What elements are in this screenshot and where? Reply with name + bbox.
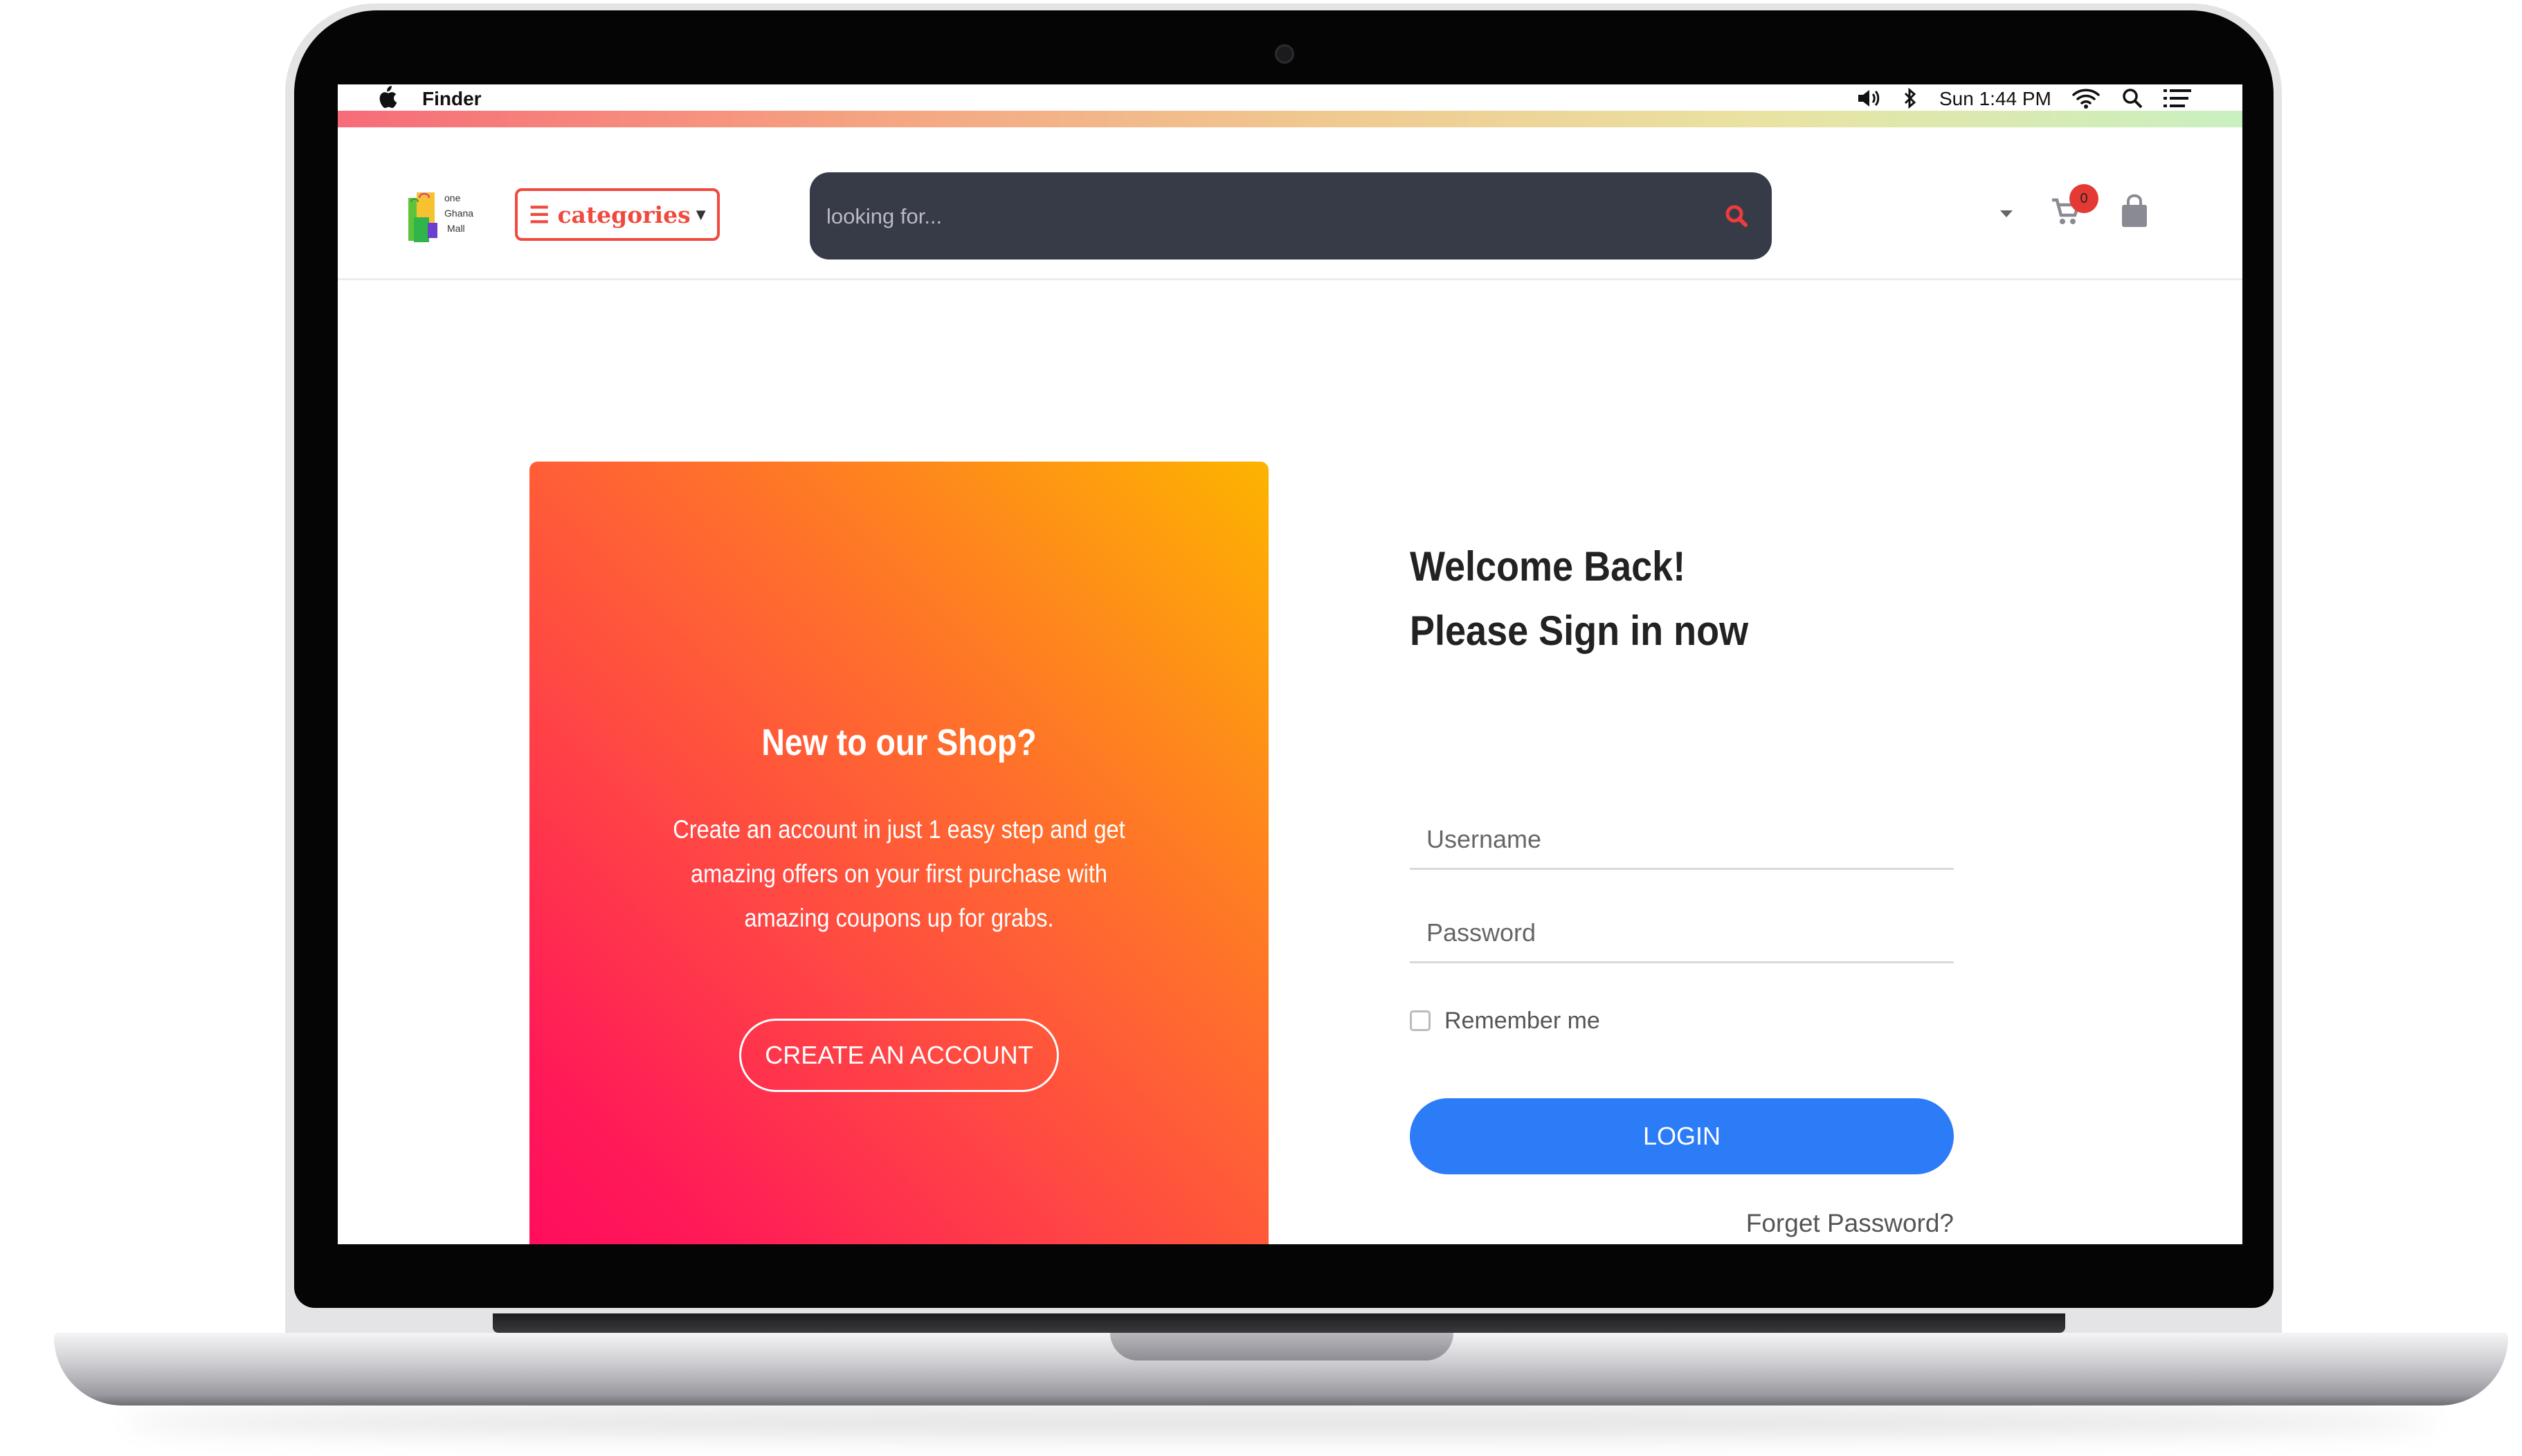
username-field	[1410, 808, 1954, 870]
apple-icon[interactable]	[377, 86, 397, 114]
list-icon[interactable]	[2163, 89, 2191, 113]
logo-text-mall: Mall	[447, 223, 465, 234]
screen: Finder Sun 1:44 PM one Ghana Mall ☰ cate…	[338, 84, 2242, 1244]
menubar-app-name[interactable]: Finder	[422, 88, 482, 110]
camera-icon	[1275, 44, 1294, 64]
account-dropdown-icon[interactable]	[1999, 209, 2014, 222]
volume-icon[interactable]	[1857, 89, 1882, 113]
search-input[interactable]	[825, 193, 1658, 240]
login-button[interactable]: LOGIN	[1410, 1098, 1954, 1174]
laptop-notch	[1110, 1333, 1453, 1361]
search-bar	[810, 172, 1772, 260]
logo-text-ghana: Ghana	[444, 208, 474, 219]
menubar-clock[interactable]: Sun 1:44 PM	[1939, 88, 2051, 110]
cart-count: 0	[2080, 190, 2088, 206]
create-account-label: CREATE AN ACCOUNT	[765, 1041, 1033, 1069]
laptop-shadow	[125, 1408, 2436, 1436]
login-heading-line2: Please Sign in now	[1410, 608, 1749, 654]
login-button-label: LOGIN	[1642, 1122, 1721, 1150]
search-icon[interactable]	[1723, 203, 1750, 233]
remember-me: Remember me	[1410, 1005, 1600, 1037]
gradient-strip	[338, 111, 2242, 127]
login-heading: Welcome Back! Please Sign in now	[1410, 534, 1970, 663]
promo-text: Create an account in just 1 easy step an…	[673, 815, 1125, 932]
macos-menubar: Finder Sun 1:44 PM	[338, 84, 2224, 113]
shopping-bag-icon[interactable]	[2120, 194, 2149, 232]
cart-count-badge: 0	[2069, 184, 2098, 213]
login-heading-line1: Welcome Back!	[1410, 543, 1686, 590]
promo-title: New to our Shop?	[761, 722, 1037, 763]
remember-me-label[interactable]: Remember me	[1444, 1008, 1600, 1035]
username-input[interactable]	[1425, 820, 1940, 859]
forget-password-link[interactable]: Forget Password?	[1694, 1209, 1954, 1238]
create-account-button[interactable]: CREATE AN ACCOUNT	[739, 1019, 1059, 1092]
site-logo[interactable]: one Ghana Mall	[407, 188, 479, 244]
password-input[interactable]	[1425, 913, 1940, 952]
remember-me-checkbox[interactable]	[1410, 1010, 1431, 1031]
categories-label: ☰ categories	[529, 201, 691, 228]
categories-button[interactable]: ☰ categories ▼	[515, 188, 720, 241]
logo-text-one: one	[444, 192, 461, 203]
laptop-hinge	[493, 1313, 2065, 1333]
password-field	[1410, 901, 1954, 963]
caret-down-icon: ▼	[696, 207, 706, 222]
